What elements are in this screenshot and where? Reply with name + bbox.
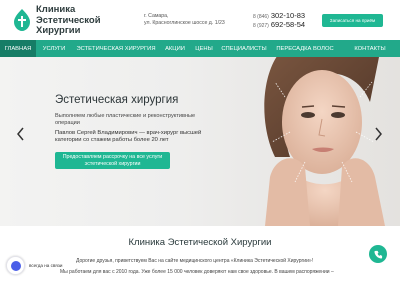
site-header: Клиника Эстетической Хирургии г. Самара,… <box>0 0 400 40</box>
nav-item-hair-transplant[interactable]: ПЕРЕСАДКА ВОЛОС <box>270 40 340 57</box>
nav-item-prices[interactable]: ЦЕНЫ <box>190 40 218 57</box>
logo-line-1: Клиника <box>36 4 76 15</box>
nav-item-services[interactable]: УСЛУГИ <box>36 40 72 57</box>
hero-subtitle-line-1: Выполняем любые пластические и реконстру… <box>55 113 196 119</box>
phone-2[interactable]: 8 (927) 692-58-54 <box>253 21 305 30</box>
chevron-right-icon[interactable] <box>373 127 383 141</box>
nav-item-promotions[interactable]: АКЦИИ <box>160 40 190 57</box>
phone-icon <box>373 250 382 259</box>
main-nav: ГЛАВНАЯ УСЛУГИ ЭСТЕТИЧЕСКАЯ ХИРУРГИЯ АКЦ… <box>0 40 400 57</box>
address: г. Самара, ул. Красноглинское шоссе д. 1… <box>144 13 225 27</box>
hero-title: Эстетическая хирургия <box>55 94 179 106</box>
phone-2-code: 8 (927) <box>253 23 269 29</box>
installment-button[interactable]: Предоставляем рассрочку на все услуги эс… <box>55 152 170 169</box>
nav-item-contacts[interactable]: КОНТАКТЫ <box>340 40 400 57</box>
logo-text[interactable]: Клиника Эстетической Хирургии <box>36 4 101 37</box>
hero-doctor-line-2: категории со стажем работы более 20 лет <box>55 137 169 144</box>
phone-1-code: 8 (846) <box>253 14 269 20</box>
hero-slider: Эстетическая хирургия Выполняем любые пл… <box>0 57 400 226</box>
nav-item-aesthetic-surgery[interactable]: ЭСТЕТИЧЕСКАЯ ХИРУРГИЯ <box>72 40 160 57</box>
chat-widget-button[interactable] <box>6 256 25 275</box>
phone-list: 8 (846) 302-10-83 8 (927) 692-58-54 <box>253 12 305 30</box>
logo-line-3: Хирургии <box>36 25 81 36</box>
callback-button[interactable] <box>369 245 387 263</box>
hero-doctor-line-1: Павлов Сергей Владимирович — врач-хирург… <box>55 130 202 136</box>
nav-item-specialists[interactable]: СПЕЦИАЛИСТЫ <box>218 40 270 57</box>
chat-widget-label: всегда на связи <box>29 263 63 268</box>
chat-icon <box>10 260 21 271</box>
intro-paragraph-2: Мы работаем для вас с 2010 года. Уже бол… <box>60 269 334 275</box>
appointment-button[interactable]: Записаться на приём <box>322 14 383 27</box>
intro-paragraph-1: Дорогие друзья, приветствуем Вас на сайт… <box>76 258 314 264</box>
section-title: Клиника Эстетической Хирургии <box>128 237 272 248</box>
nav-item-home[interactable]: ГЛАВНАЯ <box>0 40 36 57</box>
installment-button-line-1: Предоставляем рассрочку на все услуги <box>62 153 163 160</box>
chevron-left-icon[interactable] <box>16 127 26 141</box>
logo-icon[interactable] <box>13 8 31 32</box>
installment-button-line-2: эстетической хирургии <box>84 160 141 167</box>
address-city: г. Самара, <box>144 13 169 19</box>
hero-doctor-info: Павлов Сергей Владимирович — врач-хирург… <box>55 130 227 145</box>
hero-subtitle: Выполняем любые пластические и реконстру… <box>55 113 205 127</box>
phone-2-number: 692-58-54 <box>270 20 306 29</box>
hero-subtitle-line-2: операции <box>55 120 80 126</box>
phone-1-number: 302-10-83 <box>270 11 306 20</box>
address-street: ул. Красноглинское шоссе д. 1/23 <box>144 20 225 26</box>
hero-portrait-image <box>264 57 385 226</box>
